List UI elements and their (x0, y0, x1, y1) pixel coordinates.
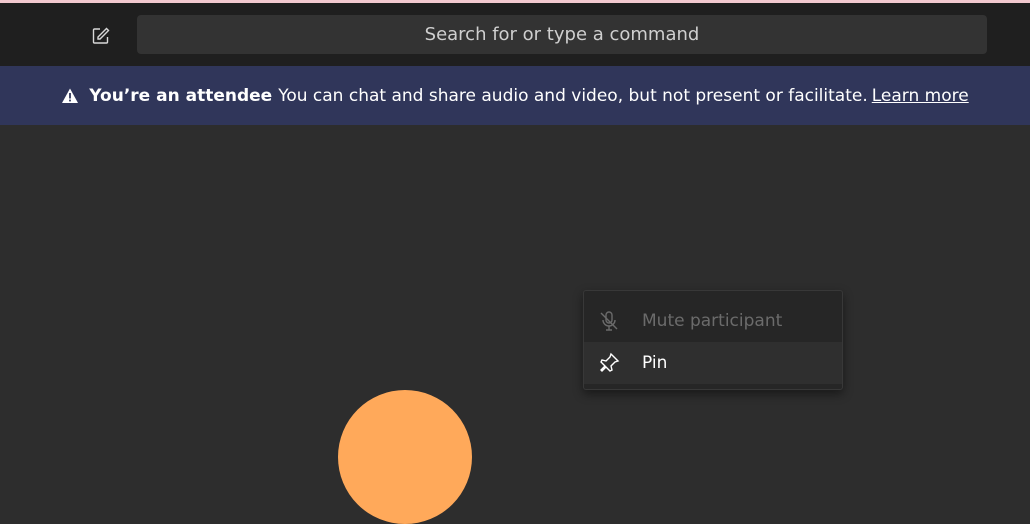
pin-icon (597, 351, 621, 375)
banner-title: You’re an attendee (89, 85, 273, 106)
mute-participant-menu-item: Mute participant (584, 300, 842, 342)
attendee-banner: You’re an attendee You can chat and shar… (0, 66, 1030, 125)
mic-off-icon (597, 309, 621, 333)
meeting-stage (0, 125, 1030, 403)
pin-label: Pin (642, 353, 668, 373)
participant-avatar (338, 390, 472, 524)
pin-menu-item[interactable]: Pin (584, 342, 842, 384)
warning-icon (61, 87, 79, 105)
banner-message: You can chat and share audio and video, … (278, 85, 868, 106)
participant-context-menu: Mute participant Pin (583, 290, 843, 390)
search-input[interactable]: Search for or type a command (137, 15, 987, 54)
learn-more-link[interactable]: Learn more (872, 86, 969, 106)
compose-icon[interactable] (88, 23, 114, 49)
top-bar: Search for or type a command (0, 3, 1030, 66)
mute-participant-label: Mute participant (642, 311, 783, 331)
